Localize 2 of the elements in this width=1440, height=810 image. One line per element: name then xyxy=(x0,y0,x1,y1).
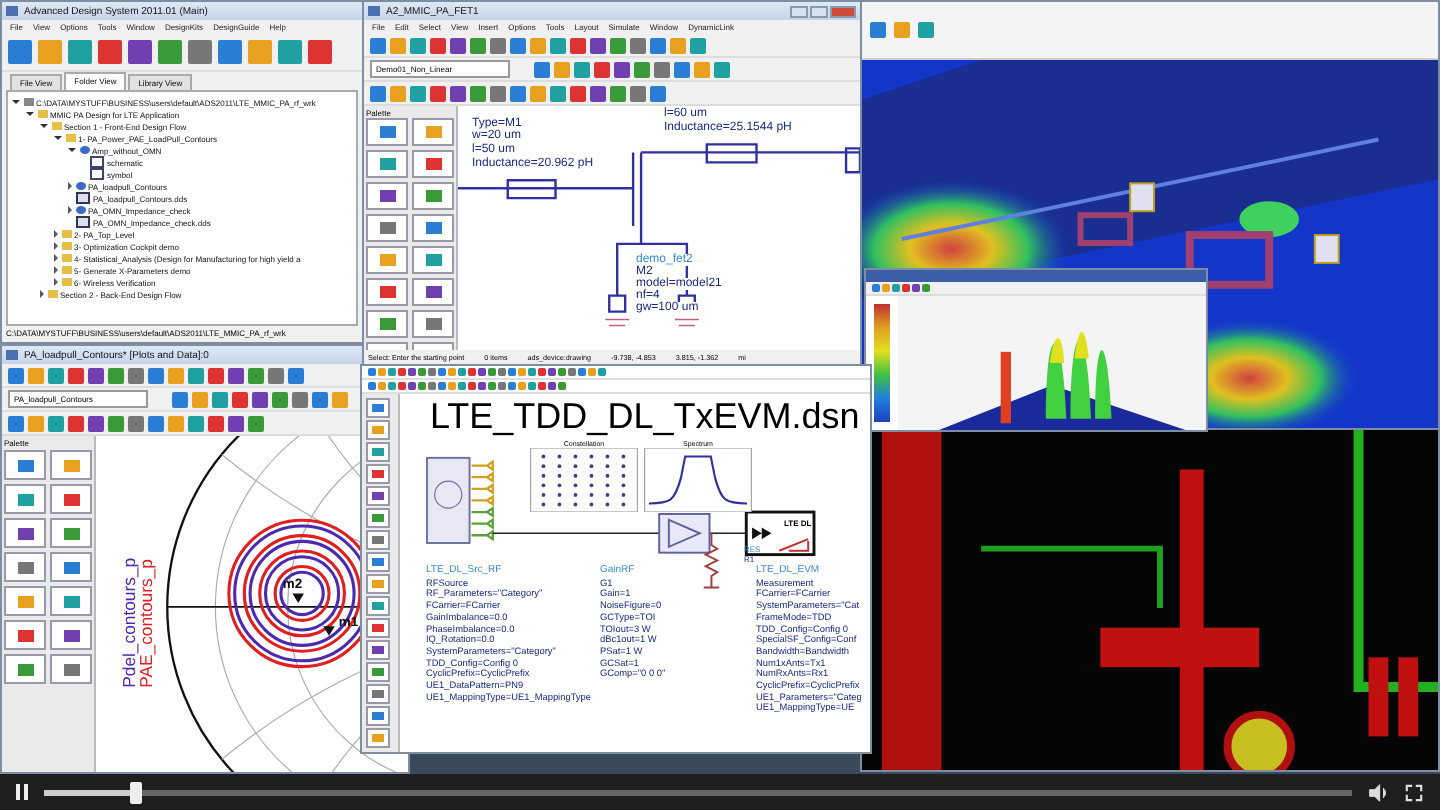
trace-legend-label: Pdel_contours_p xyxy=(118,557,139,688)
design-title: LTE_TDD_DL_TxEVM.dsn xyxy=(430,396,860,436)
